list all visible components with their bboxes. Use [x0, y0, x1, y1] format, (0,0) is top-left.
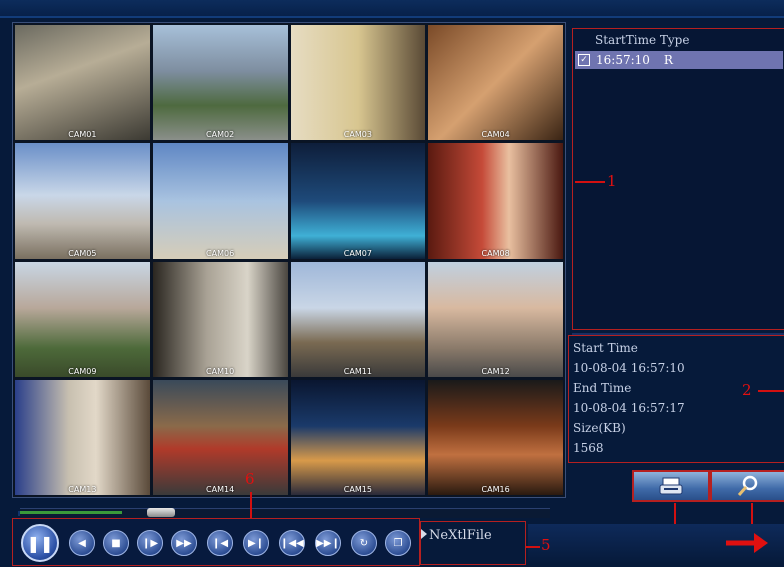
file-list-panel: StartTime Type ✓ 16:57:10 R	[572, 28, 784, 330]
annotation-number-5: 5	[541, 536, 551, 554]
pause-icon: ❚❚	[26, 533, 54, 553]
refresh-button[interactable]: ↻	[351, 530, 377, 556]
camera-label: CAM08	[481, 248, 510, 258]
camera-tile[interactable]: CAM12	[428, 261, 563, 377]
stop-icon: ■	[111, 537, 121, 549]
camera-label: CAM09	[68, 366, 97, 376]
step-back-button[interactable]: ❙◀	[207, 530, 233, 556]
camera-tile[interactable]: CAM13	[15, 379, 150, 495]
play-button[interactable]: ❙▶	[137, 530, 163, 556]
annotation-number-1: 1	[607, 172, 617, 190]
annotation-line-2	[758, 390, 784, 392]
camera-label: CAM16	[481, 485, 510, 494]
size-value: 1568	[573, 441, 604, 455]
file-list-row[interactable]: ✓ 16:57:10 R	[575, 51, 783, 69]
camera-label: CAM05	[68, 248, 97, 258]
exit-button[interactable]	[722, 530, 782, 558]
checkbox[interactable]: ✓	[578, 54, 590, 66]
search-button[interactable]	[710, 470, 784, 502]
refresh-icon: ↻	[359, 537, 369, 549]
camera-tile[interactable]: CAM05	[15, 143, 150, 259]
row-type: R	[663, 53, 673, 67]
camera-label: CAM11	[343, 366, 372, 376]
backup-button[interactable]	[632, 470, 710, 502]
top-bar	[0, 0, 784, 18]
progress-fill	[20, 511, 122, 514]
camera-label: CAM12	[481, 366, 510, 376]
size-label: Size(KB)	[573, 421, 626, 435]
annotation-number-6: 6	[245, 470, 255, 488]
camera-tile[interactable]: CAM10	[152, 261, 288, 377]
camera-tile[interactable]: CAM07	[290, 143, 426, 259]
window-button[interactable]: ❐	[385, 530, 411, 556]
camera-label: CAM10	[206, 366, 235, 376]
camera-label: CAM01	[68, 130, 97, 140]
camera-label: CAM15	[343, 485, 372, 494]
start-time-value: 10-08-04 16:57:10	[573, 361, 685, 375]
camera-tile[interactable]: CAM14	[152, 379, 288, 495]
annotation-line-5	[526, 546, 540, 548]
camera-tile[interactable]: CAM04	[428, 25, 563, 141]
window-icon: ❐	[393, 537, 403, 549]
camera-label: CAM13	[68, 485, 97, 494]
fast-forward-icon: ▶▶	[176, 537, 192, 549]
next-file-box[interactable]: NeXtlFile	[420, 521, 526, 565]
end-time-value: 10-08-04 16:57:17	[573, 401, 685, 415]
next-file-label: NeXtlFile	[429, 528, 492, 543]
file-info-panel: Start Time 10-08-04 16:57:10 End Time 10…	[568, 335, 784, 463]
step-forward-icon: ▶❙	[247, 537, 265, 549]
annotation-number-2: 2	[742, 381, 752, 399]
stop-button[interactable]: ■	[103, 530, 129, 556]
progress-thumb[interactable]	[147, 508, 176, 517]
camera-tile[interactable]: CAM16	[428, 379, 563, 495]
annotation-line-6	[250, 492, 252, 518]
search-icon	[737, 475, 758, 496]
skip-back-button[interactable]: ❙◀◀	[279, 530, 305, 556]
exit-arrow-icon	[726, 533, 768, 553]
camera-tile[interactable]: CAM02	[152, 25, 288, 141]
file-list-header: StartTime Type	[595, 33, 690, 47]
skip-back-icon: ❙◀◀	[280, 537, 304, 549]
reverse-button[interactable]: ◀	[69, 530, 95, 556]
camera-tile[interactable]: CAM09	[15, 261, 150, 377]
play-arrow-icon	[421, 529, 427, 539]
fast-forward-button[interactable]: ▶▶	[171, 530, 197, 556]
backup-icon	[659, 477, 683, 495]
camera-tile[interactable]: CAM01	[15, 25, 150, 141]
step-forward-button[interactable]: ▶❙	[243, 530, 269, 556]
camera-label: CAM06	[206, 248, 235, 258]
annotation-line-1	[575, 181, 605, 183]
pause-button[interactable]: ❚❚	[21, 524, 59, 562]
camera-tile[interactable]: CAM08	[428, 143, 563, 259]
camera-tile[interactable]: CAM15	[290, 379, 426, 495]
step-back-icon: ❙◀	[211, 537, 229, 549]
camera-label: CAM03	[343, 130, 372, 140]
camera-tile[interactable]: CAM03	[290, 25, 426, 141]
camera-label: CAM02	[206, 130, 235, 140]
playback-progress[interactable]	[20, 508, 550, 518]
start-time-label: Start Time	[573, 341, 638, 355]
end-time-label: End Time	[573, 381, 632, 395]
skip-forward-button[interactable]: ▶▶❙	[315, 530, 341, 556]
camera-label: CAM07	[343, 248, 372, 258]
playback-controls: ❚❚ ◀ ■ ❙▶ ▶▶ ❙◀ ▶❙ ❙◀◀ ▶▶❙ ↻ ❐	[12, 518, 420, 566]
camera-label: CAM14	[206, 485, 235, 494]
camera-grid: CAM01 CAM02 CAM03 CAM04 CAM05 CAM06 CAM0…	[12, 22, 566, 498]
camera-tile[interactable]: CAM11	[290, 261, 426, 377]
prev-icon: ◀	[78, 537, 86, 549]
camera-label: CAM04	[481, 130, 510, 140]
skip-forward-icon: ▶▶❙	[316, 537, 340, 549]
play-icon: ❙▶	[141, 537, 159, 549]
camera-tile[interactable]: CAM06	[152, 143, 288, 259]
row-time: 16:57:10	[596, 53, 650, 67]
